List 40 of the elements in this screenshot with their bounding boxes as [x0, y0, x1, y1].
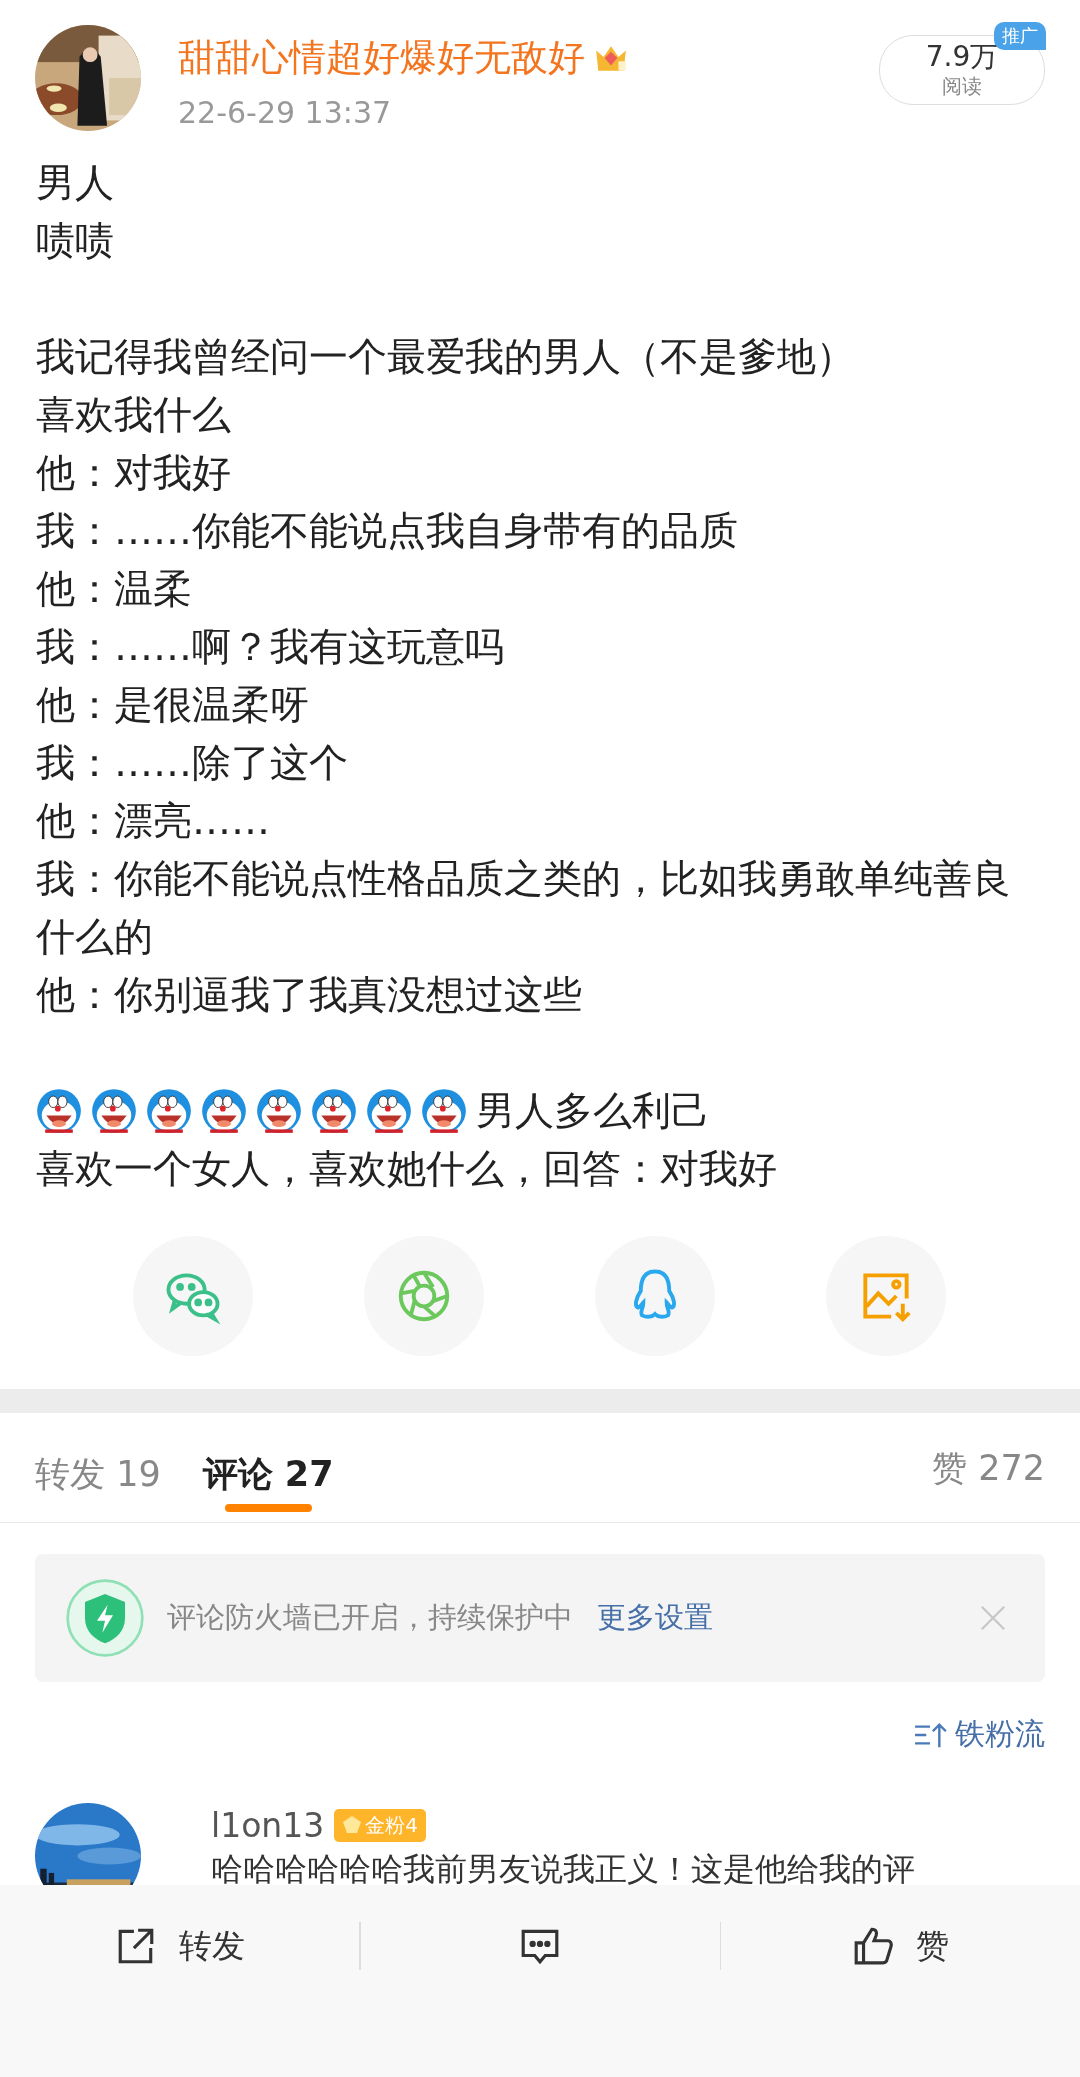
thumbs-up-icon — [852, 1925, 894, 1967]
post-text-line: 啧啧 — [36, 217, 115, 265]
robot-cat-emoji-icon — [421, 1088, 467, 1134]
post-text-line: 他：温柔 — [36, 565, 193, 613]
repost-button[interactable]: 转发 — [0, 1915, 359, 1977]
fan-badge: 金粉4 — [334, 1808, 426, 1842]
robot-cat-emoji-icon — [201, 1088, 247, 1134]
tab[interactable]: 转发 19 — [35, 1437, 161, 1512]
sort-button[interactable]: 铁粉流 — [913, 1714, 1045, 1755]
post-text-line: 我：……你能不能说点我自身带有的品质 — [36, 507, 739, 555]
post-text-line: 我：……除了这个 — [36, 739, 349, 787]
close-icon[interactable] — [979, 1604, 1007, 1632]
robot-cat-emoji-icon — [366, 1088, 412, 1134]
likes-tab[interactable]: 赞 272 — [932, 1445, 1045, 1490]
robot-cat-emoji-icon — [36, 1088, 82, 1134]
more-settings-link[interactable]: 更多设置 — [597, 1598, 713, 1638]
post-text-line: 我：……啊？我有这玩意吗 — [36, 623, 505, 671]
post-text-line: 他：漂亮…… — [36, 797, 271, 845]
post-text-line: 喜欢我什么 — [36, 391, 232, 439]
post-text-line: 喜欢一个女人，喜欢她什么，回答：对我好 — [36, 1145, 778, 1193]
comment-text: 哈哈哈哈哈哈我前男友说我正义！这是他给我的评 — [211, 1851, 915, 1887]
post-text-line: 他：对我好 — [36, 449, 232, 497]
sort-icon — [913, 1720, 947, 1749]
like-button[interactable]: 赞 — [721, 1915, 1080, 1977]
post-text-line: 男人 — [36, 159, 115, 207]
firewall-message: 评论防火墙已开启，持续保护中 — [167, 1599, 573, 1636]
robot-cat-emoji-icon — [146, 1088, 192, 1134]
robot-cat-emoji-icon — [256, 1088, 302, 1134]
robot-cat-emoji-icon — [311, 1088, 357, 1134]
tab[interactable]: 评论 27 — [202, 1437, 334, 1512]
post-text-line: 他：是很温柔呀 — [36, 681, 310, 729]
commenter-name[interactable]: l1on13 — [211, 1805, 325, 1845]
post-text-line: 他：你别逼我了我真没想过这些 — [36, 971, 583, 1019]
post-text-line: 男人多么利己 — [476, 1087, 710, 1135]
shield-icon — [65, 1578, 145, 1658]
post-text-line: 我：你能不能说点性格品质之类的，比如我勇敢单纯善良什么的 — [36, 855, 1012, 961]
author-name[interactable]: 甜甜心情超好爆好无敌好 — [178, 33, 585, 83]
robot-cat-emoji-icon — [91, 1088, 137, 1134]
post-date: 22-6-29 13:37 — [178, 95, 393, 130]
post-text-line: 我记得我曾经问一个最爱我的男人（不是爹地） — [36, 333, 856, 381]
